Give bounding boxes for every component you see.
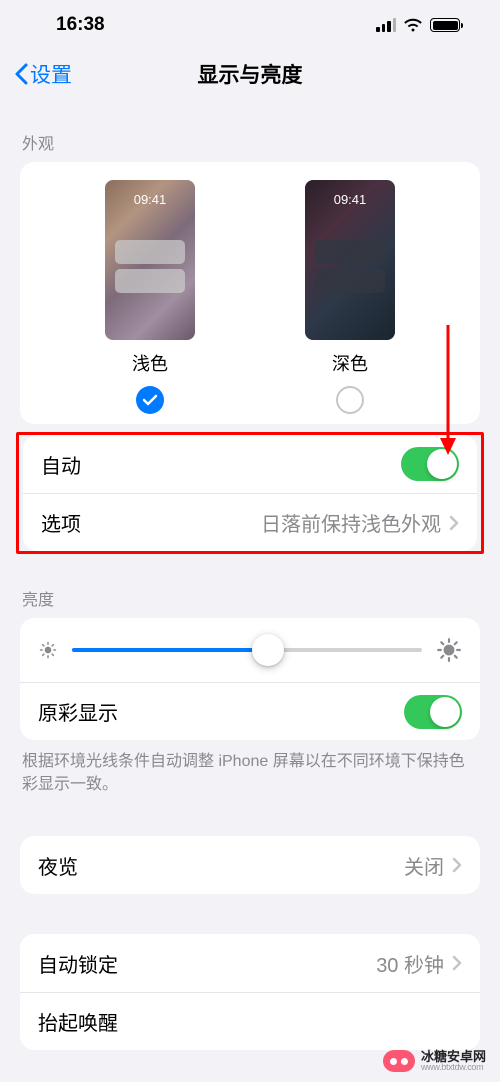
autolock-label: 自动锁定 bbox=[38, 949, 118, 978]
options-row[interactable]: 选项 日落前保持浅色外观 bbox=[23, 493, 477, 551]
dark-label: 深色 bbox=[332, 350, 368, 376]
brightness-card: 原彩显示 bbox=[20, 618, 480, 740]
autolock-value: 30 秒钟 bbox=[376, 949, 444, 978]
brightness-section-label: 亮度 bbox=[0, 554, 500, 618]
nightshift-label: 夜览 bbox=[38, 851, 78, 880]
nightshift-card: 夜览 关闭 bbox=[20, 836, 480, 894]
options-value: 日落前保持浅色外观 bbox=[261, 508, 441, 537]
sun-small-icon bbox=[38, 640, 58, 660]
nightshift-row[interactable]: 夜览 关闭 bbox=[20, 836, 480, 894]
auto-toggle[interactable] bbox=[401, 447, 459, 481]
truetone-footer: 根据环境光线条件自动调整 iPhone 屏幕以在不同环境下保持色彩显示一致。 bbox=[0, 740, 500, 796]
raise-to-wake-row: 抬起唤醒 bbox=[20, 992, 480, 1050]
wifi-icon bbox=[403, 18, 423, 32]
chevron-right-icon bbox=[449, 515, 459, 531]
light-radio[interactable] bbox=[136, 386, 164, 414]
dark-radio[interactable] bbox=[336, 386, 364, 414]
watermark: 冰糖安卓网 www.btxtdw.com bbox=[383, 1050, 486, 1072]
brightness-slider[interactable] bbox=[72, 648, 422, 652]
chevron-right-icon bbox=[452, 955, 462, 971]
chevron-right-icon bbox=[452, 857, 462, 873]
raise-label: 抬起唤醒 bbox=[38, 1007, 118, 1036]
status-bar: 16:38 bbox=[0, 0, 500, 50]
annotation-highlight: 自动 选项 日落前保持浅色外观 bbox=[16, 432, 484, 554]
autolock-card: 自动锁定 30 秒钟 抬起唤醒 bbox=[20, 934, 480, 1050]
navigation-bar: 设置 显示与亮度 bbox=[0, 50, 500, 98]
battery-icon bbox=[430, 18, 460, 32]
sun-large-icon bbox=[436, 637, 462, 663]
truetone-row: 原彩显示 bbox=[20, 682, 480, 740]
autolock-row[interactable]: 自动锁定 30 秒钟 bbox=[20, 934, 480, 992]
auto-row: 自动 bbox=[23, 435, 477, 493]
chevron-left-icon bbox=[14, 63, 28, 85]
status-indicators bbox=[376, 18, 460, 32]
cellular-signal-icon bbox=[376, 18, 396, 32]
dark-preview: 09:41 bbox=[305, 180, 395, 340]
watermark-logo-icon bbox=[383, 1050, 415, 1072]
truetone-label: 原彩显示 bbox=[38, 697, 118, 726]
light-label: 浅色 bbox=[132, 350, 168, 376]
light-preview: 09:41 bbox=[105, 180, 195, 340]
theme-light[interactable]: 09:41 浅色 bbox=[90, 180, 210, 414]
watermark-url: www.btxtdw.com bbox=[421, 1063, 486, 1072]
status-time: 16:38 bbox=[56, 14, 105, 36]
brightness-slider-row bbox=[20, 618, 480, 682]
auto-label: 自动 bbox=[41, 450, 81, 479]
back-button[interactable]: 设置 bbox=[14, 59, 72, 89]
nightshift-value: 关闭 bbox=[404, 851, 444, 880]
truetone-toggle[interactable] bbox=[404, 695, 462, 729]
appearance-card: 09:41 浅色 09:41 深色 bbox=[20, 162, 480, 424]
theme-dark[interactable]: 09:41 深色 bbox=[290, 180, 410, 414]
appearance-section-label: 外观 bbox=[0, 98, 500, 162]
back-label: 设置 bbox=[30, 59, 72, 89]
page-title: 显示与亮度 bbox=[198, 59, 303, 89]
options-label: 选项 bbox=[41, 508, 81, 537]
